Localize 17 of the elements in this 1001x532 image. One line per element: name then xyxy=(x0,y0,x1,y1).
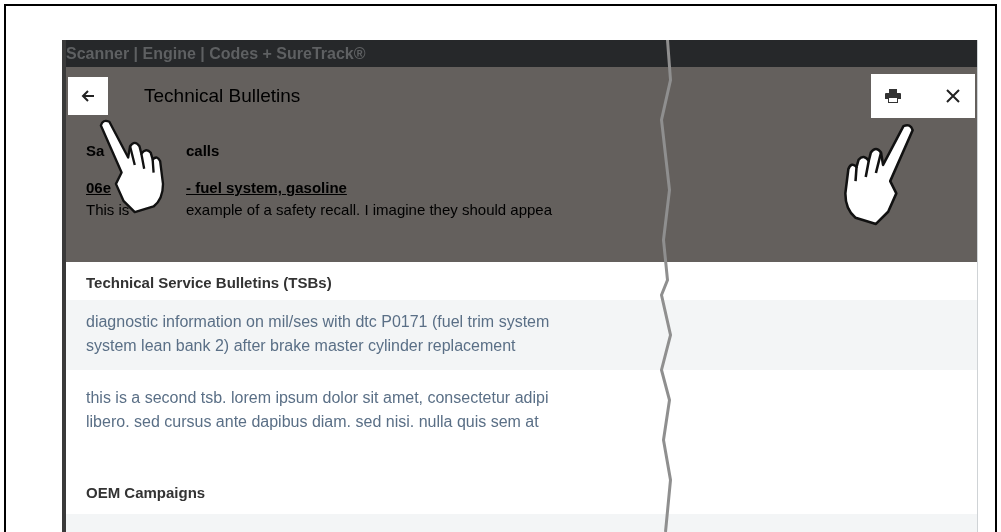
section-heading: Technical Service Bulletins (TSBs) xyxy=(86,272,332,293)
section-heading: calls xyxy=(186,140,220,161)
page-title: Technical Bulletins xyxy=(144,83,301,108)
bulletin-text: this is a second tsb. lorem ipsum dolor sit amet, consectetur adipi libero. sed cursus ante dapibus diam. sed nisi. nulla quis sem at xyxy=(86,388,549,432)
section-heading: OEM Campaigns xyxy=(86,482,206,503)
bulletin-text: diagnostic information on mil/ses with dtc P0171 (fuel trim system system lean bank 2) after brake master cylinder replacement xyxy=(86,312,550,356)
recall-description: This is xyxy=(86,200,130,220)
section-heading: Sa xyxy=(86,140,105,161)
recall-link[interactable]: 06e xyxy=(86,177,112,200)
recall-description: example of a safety recall. I imagine they should appea xyxy=(186,200,553,220)
title-bar-text: Scanner | Engine | Codes + SureTrack® xyxy=(66,43,366,64)
printer-icon xyxy=(885,89,901,103)
bulletin-row[interactable]: diagnostic information on mil/ses with dtc P0171 (fuel trim system system lean bank 2) after brake master cylinder replacement xyxy=(66,300,977,370)
recall-link[interactable]: - fuel system, gasoline xyxy=(186,177,347,200)
back-arrow-icon xyxy=(80,88,96,104)
back-button[interactable] xyxy=(68,77,108,115)
close-icon xyxy=(945,88,961,104)
